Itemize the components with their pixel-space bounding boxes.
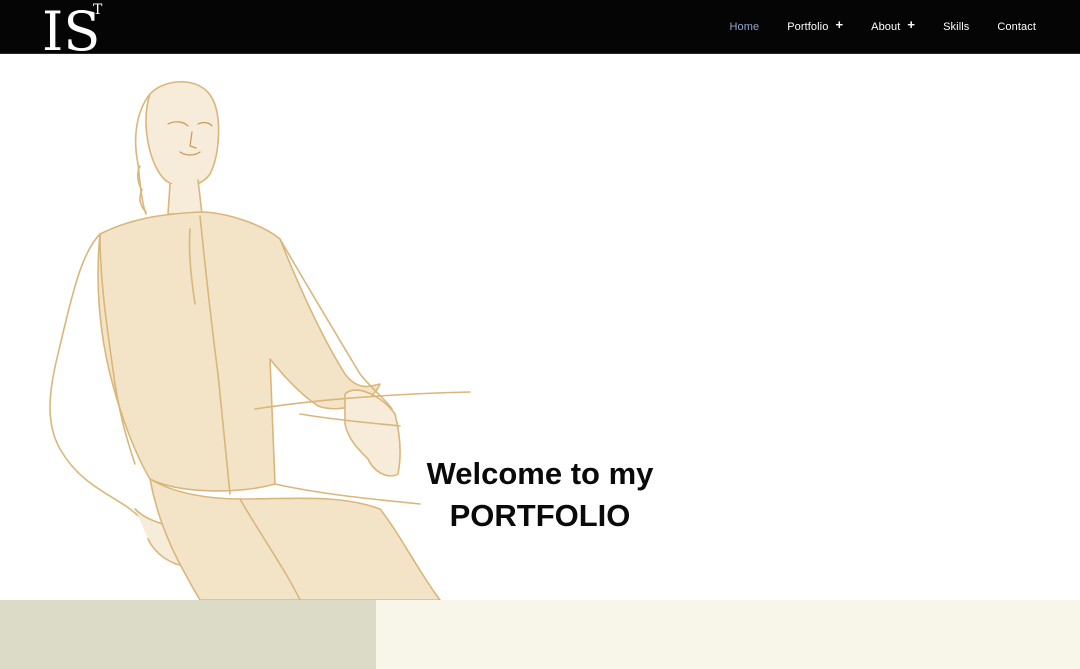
site-header: IS T Home Portfolio + About + Skills Con… — [0, 0, 1080, 63]
page: IS T Home Portfolio + About + Skills Con… — [0, 0, 1080, 669]
nav-item-contact[interactable]: Contact — [997, 0, 1036, 53]
bottom-strip-left — [0, 600, 376, 669]
nav-item-about[interactable]: About + — [871, 0, 915, 53]
logo-superscript: T — [93, 2, 103, 18]
logo-letters: IS — [42, 0, 100, 53]
bottom-strip-right — [376, 600, 1080, 669]
hero-title: Welcome to my PORTFOLIO — [340, 453, 740, 537]
nav-item-home[interactable]: Home — [729, 0, 759, 53]
nav-item-label: Home — [729, 20, 760, 33]
nav-item-label: About — [871, 20, 901, 33]
hero-title-line2: PORTFOLIO — [449, 497, 631, 533]
logo-icon: IS T — [42, 0, 103, 63]
expand-plus-icon[interactable]: + — [835, 17, 843, 32]
expand-plus-icon[interactable]: + — [907, 17, 915, 32]
nav-item-label: Portfolio — [787, 20, 829, 33]
nav-item-label: Skills — [943, 20, 970, 33]
main-nav: Home Portfolio + About + Skills Contact — [701, 0, 1036, 53]
site-logo[interactable]: IS T — [38, 0, 108, 63]
nav-item-skills[interactable]: Skills — [943, 0, 969, 53]
nav-item-label: Contact — [997, 20, 1036, 33]
hero-title-line1: Welcome to my — [426, 455, 654, 491]
hero-section: Welcome to my PORTFOLIO — [0, 54, 1080, 600]
nav-item-portfolio[interactable]: Portfolio + — [787, 0, 843, 53]
